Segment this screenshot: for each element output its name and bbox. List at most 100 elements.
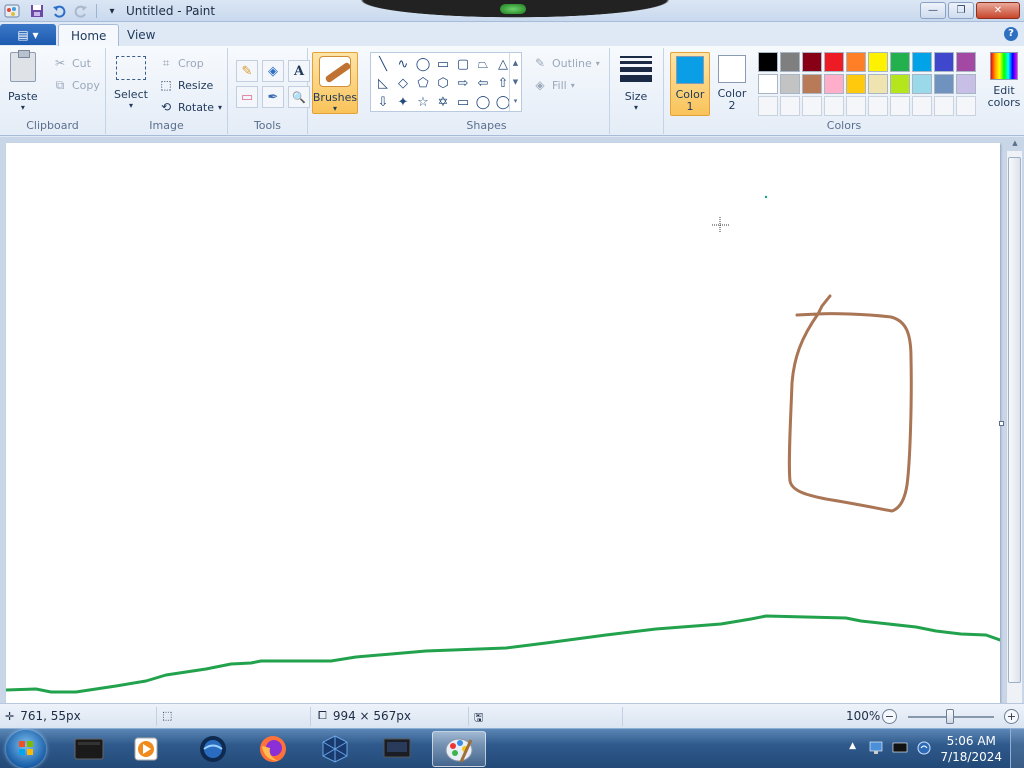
paste-button[interactable]: Paste ▾ (8, 50, 38, 112)
palette-swatch[interactable] (890, 52, 910, 72)
edit-colors-button[interactable]: Edit colors (986, 52, 1022, 109)
save-icon[interactable] (28, 2, 46, 20)
canvas-resize-handle-right[interactable] (999, 421, 1004, 426)
crop-button[interactable]: ⌗ Crop (158, 55, 204, 71)
network-icon[interactable] (868, 740, 884, 756)
taskbar-firefox[interactable] (246, 731, 300, 767)
palette-swatch[interactable] (780, 52, 800, 72)
palette-swatch[interactable] (868, 52, 888, 72)
palette-swatch[interactable] (956, 74, 976, 94)
volume-icon[interactable] (916, 740, 932, 756)
five-point-star-shape-icon[interactable]: ☆ (413, 93, 433, 112)
palette-swatch[interactable] (780, 96, 800, 116)
palette-swatch[interactable] (846, 96, 866, 116)
help-icon[interactable]: ? (1004, 27, 1018, 41)
oval-callout-shape-icon[interactable]: ◯ (473, 93, 493, 112)
scroll-up-icon[interactable]: ▲ (1007, 139, 1023, 151)
pencil-icon[interactable]: ✎ (236, 60, 258, 82)
pentagon-shape-icon[interactable]: ⬠ (413, 74, 433, 93)
vertical-scrollbar[interactable]: ▲ ▼ (1006, 139, 1022, 711)
tab-home[interactable]: Home (58, 24, 120, 46)
display-icon[interactable] (892, 740, 908, 756)
hexagon-shape-icon[interactable]: ⬡ (433, 74, 453, 93)
copy-button[interactable]: ⧉ Copy (52, 77, 100, 93)
six-point-star-shape-icon[interactable]: ✡ (433, 93, 453, 112)
palette-swatch[interactable] (934, 74, 954, 94)
palette-swatch[interactable] (824, 52, 844, 72)
diamond-shape-icon[interactable]: ◇ (393, 74, 413, 93)
palette-swatch[interactable] (846, 74, 866, 94)
undo-icon[interactable] (50, 2, 68, 20)
four-point-star-shape-icon[interactable]: ✦ (393, 93, 413, 112)
taskbar-media-player[interactable] (120, 731, 174, 767)
paint-app-icon[interactable] (4, 3, 20, 19)
magnifier-icon[interactable]: 🔍 (288, 86, 310, 108)
rotate-button[interactable]: ⟲ Rotate ▾ (158, 99, 222, 115)
down-arrow-shape-icon[interactable]: ⇩ (373, 93, 393, 112)
palette-swatch[interactable] (758, 74, 778, 94)
select-button[interactable]: Select ▾ (114, 56, 148, 110)
palette-swatch[interactable] (890, 96, 910, 116)
taskbar-paint[interactable] (432, 731, 486, 767)
oval-shape-icon[interactable]: ◯ (413, 55, 433, 74)
shapes-scroll-down-icon[interactable]: ▼ (513, 78, 518, 86)
fill-bucket-icon[interactable]: ◈ (262, 60, 284, 82)
taskbar-monitor-app[interactable] (370, 731, 424, 767)
palette-swatch[interactable] (846, 52, 866, 72)
palette-swatch[interactable] (956, 96, 976, 116)
close-button[interactable]: ✕ (976, 2, 1020, 19)
scrollbar-thumb[interactable] (1008, 157, 1021, 683)
resize-button[interactable]: ⬚ Resize (158, 77, 213, 93)
tab-view[interactable]: View (115, 24, 167, 46)
show-hidden-icons-icon[interactable]: ▲ (849, 741, 856, 751)
curve-shape-icon[interactable]: ∿ (393, 55, 413, 74)
palette-swatch[interactable] (912, 74, 932, 94)
palette-swatch[interactable] (802, 52, 822, 72)
right-triangle-shape-icon[interactable]: ◺ (373, 74, 393, 93)
palette-swatch[interactable] (868, 74, 888, 94)
shapes-scroll-up-icon[interactable]: ▲ (513, 59, 518, 67)
rectangle-shape-icon[interactable]: ▭ (433, 55, 453, 74)
color1-button[interactable]: Color 1 (670, 52, 710, 116)
palette-swatch[interactable] (802, 74, 822, 94)
taskbar-terminal[interactable] (62, 731, 116, 767)
shapes-scrollbar[interactable]: ▲ ▼ ▾ (509, 53, 521, 111)
palette-swatch[interactable] (912, 96, 932, 116)
rounded-callout-shape-icon[interactable]: ▭ (453, 93, 473, 112)
file-menu-button[interactable]: ▤ ▾ (0, 24, 56, 45)
palette-swatch[interactable] (934, 52, 954, 72)
clock[interactable]: 5:06 AM 7/18/2024 (940, 733, 1002, 765)
drawing-canvas[interactable] (4, 143, 1004, 703)
palette-swatch[interactable] (758, 96, 778, 116)
right-arrow-shape-icon[interactable]: ⇨ (453, 74, 473, 93)
color-picker-icon[interactable]: ✒ (262, 86, 284, 108)
palette-swatch[interactable] (912, 52, 932, 72)
palette-swatch[interactable] (802, 96, 822, 116)
customize-qat-button[interactable]: ▾ (103, 2, 121, 20)
palette-swatch[interactable] (780, 74, 800, 94)
palette-swatch[interactable] (956, 52, 976, 72)
start-button[interactable] (6, 730, 46, 768)
color2-button[interactable]: Color 2 (712, 52, 752, 116)
show-desktop-button[interactable] (1010, 729, 1024, 768)
eraser-icon[interactable]: ▭ (236, 86, 258, 108)
taskbar-virtualbox[interactable] (308, 731, 362, 767)
minimize-button[interactable]: — (920, 2, 946, 19)
zoom-slider-thumb[interactable] (946, 709, 954, 724)
redo-icon[interactable] (72, 2, 90, 20)
fill-button[interactable]: ◈ Fill ▾ (532, 77, 574, 93)
maximize-button[interactable]: ❐ (948, 2, 974, 19)
polygon-shape-icon[interactable]: ⏢ (473, 55, 493, 74)
shapes-more-icon[interactable]: ▾ (514, 97, 518, 105)
palette-swatch[interactable] (934, 96, 954, 116)
rounded-rectangle-shape-icon[interactable]: ▢ (453, 55, 473, 74)
text-icon[interactable]: A (288, 60, 310, 82)
zoom-in-button[interactable]: + (1004, 709, 1019, 724)
brushes-button[interactable]: Brushes ▾ (312, 52, 358, 114)
palette-swatch[interactable] (824, 96, 844, 116)
palette-swatch[interactable] (824, 74, 844, 94)
palette-swatch[interactable] (890, 74, 910, 94)
zoom-out-button[interactable]: − (882, 709, 897, 724)
outline-button[interactable]: ✎ Outline ▾ (532, 55, 600, 71)
taskbar-browser[interactable] (186, 731, 240, 767)
